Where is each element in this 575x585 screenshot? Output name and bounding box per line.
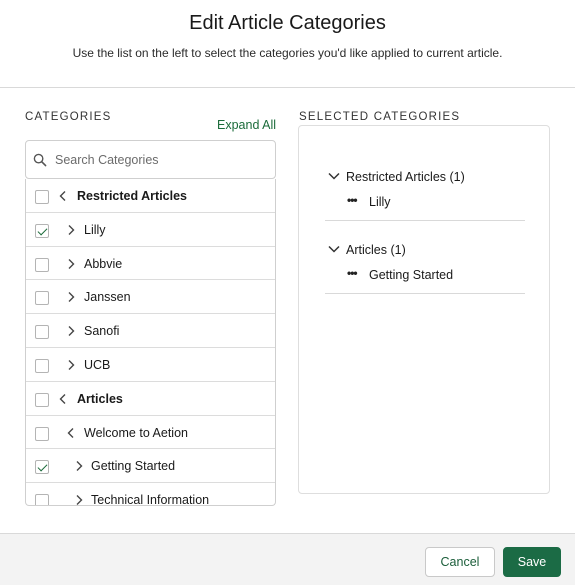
category-row[interactable]: Abbvie <box>26 247 275 281</box>
chevron-right-icon[interactable] <box>66 291 76 303</box>
category-label: Getting Started <box>91 459 176 474</box>
category-label: Janssen <box>84 290 131 305</box>
more-icon[interactable]: ••• <box>347 266 358 280</box>
chevron-right-icon[interactable] <box>74 494 84 506</box>
category-label: Articles <box>77 391 123 406</box>
dialog-header: Edit Article Categories Use the list on … <box>0 0 575 88</box>
category-checkbox[interactable] <box>35 291 49 306</box>
chevron-right-icon[interactable] <box>66 224 76 236</box>
expand-all-link[interactable]: Expand All <box>217 118 276 132</box>
category-checkbox[interactable] <box>35 190 49 204</box>
category-checkbox[interactable] <box>35 494 49 505</box>
category-row[interactable]: Technical Information <box>26 483 275 506</box>
category-checkbox[interactable] <box>35 223 49 238</box>
dialog-subtitle: Use the list on the left to select the c… <box>72 46 503 60</box>
cancel-button[interactable]: Cancel <box>425 547 495 577</box>
chevron-right-icon[interactable] <box>74 460 84 472</box>
more-icon[interactable]: ••• <box>347 193 358 207</box>
selected-categories-panel: Restricted Articles (1) ••• Lilly Articl… <box>298 125 550 494</box>
selected-group: Restricted Articles (1) ••• Lilly <box>325 168 525 221</box>
chevron-left-icon[interactable] <box>66 427 76 439</box>
category-label: Restricted Articles <box>77 189 187 203</box>
selected-group-title: Articles (1) <box>346 243 406 257</box>
dialog-footer: Cancel Save <box>0 533 575 585</box>
category-checkbox[interactable] <box>35 257 49 272</box>
selected-item-label: Getting Started <box>369 268 454 282</box>
selected-group-title: Restricted Articles (1) <box>346 170 465 184</box>
category-row[interactable]: Welcome to Aetion <box>26 416 275 450</box>
category-checkbox[interactable] <box>35 325 49 340</box>
selected-group: Articles (1) ••• Getting Started <box>325 241 525 294</box>
category-checkbox[interactable] <box>35 392 49 407</box>
category-row[interactable]: Janssen <box>26 280 275 315</box>
chevron-left-icon[interactable] <box>58 190 68 202</box>
category-label: Lilly <box>84 222 106 237</box>
category-label: Welcome to Aetion <box>84 425 188 440</box>
category-row[interactable]: Sanofi <box>26 314 275 348</box>
search-icon <box>33 153 47 167</box>
category-row[interactable]: UCB <box>26 348 275 382</box>
selected-categories-heading: SELECTED CATEGORIES <box>299 111 461 123</box>
category-row[interactable]: Lilly <box>26 213 275 247</box>
search-categories-input[interactable] <box>55 149 265 171</box>
chevron-down-icon <box>328 245 340 253</box>
chevron-right-icon[interactable] <box>66 359 76 371</box>
category-label: Technical Information <box>91 493 210 506</box>
category-row[interactable]: Articles <box>26 382 275 416</box>
category-row[interactable]: Getting Started <box>26 449 275 484</box>
chevron-left-icon[interactable] <box>58 393 68 405</box>
categories-tree: Restricted Articles Lilly Abbvie Janssen San… <box>25 179 276 506</box>
category-label: Abbvie <box>84 256 123 271</box>
categories-heading: CATEGORIES <box>25 111 112 123</box>
selected-item-label: Lilly <box>369 195 391 209</box>
category-label: UCB <box>84 357 111 372</box>
chevron-down-icon <box>328 172 340 180</box>
category-checkbox[interactable] <box>35 426 49 441</box>
category-label: Sanofi <box>84 324 120 339</box>
chevron-right-icon[interactable] <box>66 258 76 270</box>
save-button[interactable]: Save <box>503 547 561 577</box>
dialog-title: Edit Article Categories <box>189 12 386 34</box>
chevron-right-icon[interactable] <box>66 325 76 337</box>
category-checkbox[interactable] <box>35 358 49 373</box>
category-row[interactable]: Restricted Articles <box>26 179 275 213</box>
category-checkbox[interactable] <box>35 460 49 475</box>
search-categories-field[interactable] <box>25 140 276 179</box>
